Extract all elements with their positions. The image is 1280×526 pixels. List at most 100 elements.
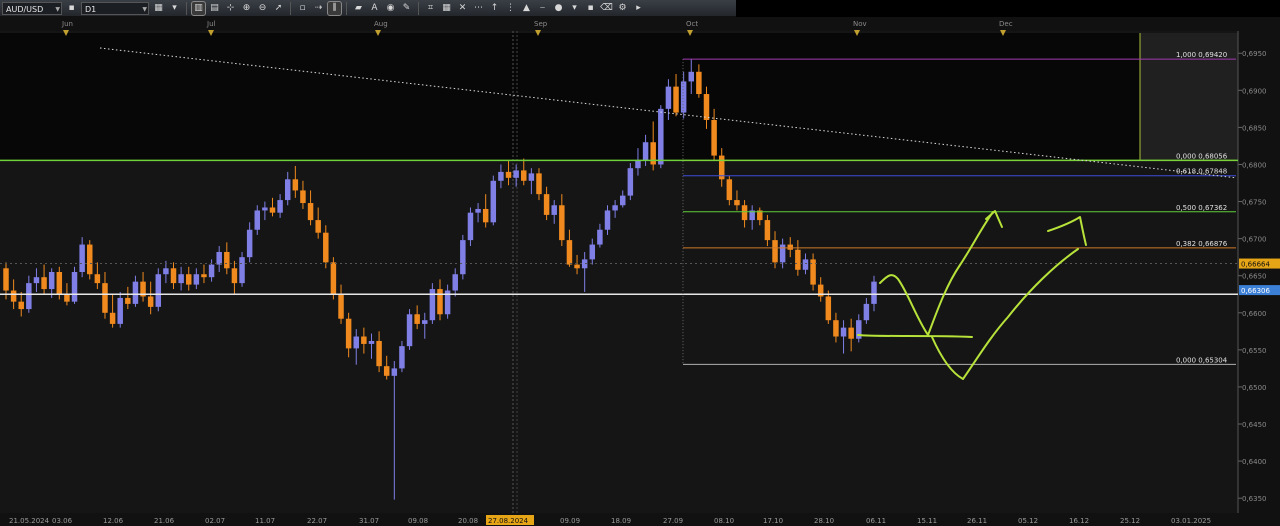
toolbar-separator (346, 1, 347, 15)
candle-body (848, 327, 854, 339)
zoom-in-icon[interactable]: ⊕ (240, 2, 253, 15)
tools-icon[interactable]: ⚙ (616, 2, 629, 15)
cycle-icon[interactable]: ⋮ (504, 2, 517, 15)
timeframe-select[interactable]: D1 ▼ (81, 1, 149, 15)
cursor-icon[interactable]: ➚ (272, 2, 285, 15)
date-label: 18.09 (611, 517, 631, 525)
date-label: 06.11 (866, 517, 886, 525)
candle-body (102, 283, 108, 313)
chart-type-icon[interactable]: ▦ (152, 2, 165, 15)
date-label: 22.07 (307, 517, 327, 525)
trendline-icon[interactable]: ⎯ (536, 2, 549, 15)
candle-body (269, 207, 276, 213)
date-label: 09.08 (408, 517, 428, 525)
fib-icon[interactable]: ⌗ (424, 2, 437, 15)
candle-body (117, 297, 123, 324)
eraser-icon[interactable]: ⌫ (600, 2, 613, 15)
label-icon[interactable]: A (368, 2, 381, 15)
candle-body (231, 268, 238, 284)
candle-body (163, 268, 169, 275)
circle-tool-icon[interactable]: ◉ (384, 2, 397, 15)
month-label: Nov (853, 20, 867, 28)
candle-body (642, 142, 649, 161)
period-icon[interactable]: ⋯ (472, 2, 485, 15)
bid-price-label: 0,66306 (1241, 287, 1270, 295)
candle-body (551, 205, 557, 215)
fill-icon[interactable]: ▪ (584, 2, 597, 15)
dot-icon[interactable]: ▫ (296, 2, 309, 15)
price-chart[interactable]: 0,6950 0,6900 0,6850 0,6800 0,6750 0,6700 0,66… (0, 17, 1280, 526)
date-label: 28.10 (814, 517, 834, 525)
date-label: 21.05.2024 (9, 517, 50, 525)
candle-body (772, 240, 778, 263)
chart-toolbar: AUD/USD ▼ ▪ D1 ▼ ▦ ▾ ▥ ▤ ⊹ ⊕ ⊖ ➚ ▫ ⇢ ⫼ ▰ A… (0, 0, 736, 17)
toolbar-separator (186, 1, 187, 15)
candle-body (536, 173, 542, 195)
toolbar-separator (418, 1, 419, 15)
candle-body (635, 160, 641, 169)
wave-icon[interactable]: ✕ (456, 2, 469, 15)
candle-body (589, 244, 596, 260)
grid-icon[interactable]: ▦ (440, 2, 453, 15)
fib-level-label: 0,000 0,65304 (1176, 356, 1228, 364)
candle-body (840, 327, 847, 337)
candle-body (33, 277, 40, 284)
candle-body (505, 171, 512, 178)
candle-body (482, 208, 489, 223)
candle-body (650, 142, 656, 165)
candle-body (703, 94, 710, 120)
candle-body (452, 274, 458, 291)
ray-icon[interactable]: ↑ (488, 2, 501, 15)
candle-body (64, 294, 70, 302)
fib-level-label: 0,000 0,68056 (1176, 152, 1228, 160)
autoscroll-icon[interactable]: ⇢ (312, 2, 325, 15)
color-icon[interactable]: ▾ (568, 2, 581, 15)
candles-icon[interactable]: ▤ (208, 2, 221, 15)
vertical-line-icon[interactable]: ⫼ (327, 0, 342, 16)
candle-body (658, 108, 664, 165)
candle-body (125, 297, 131, 304)
candle-body (94, 274, 101, 284)
candle-body (383, 366, 390, 376)
symbol-select[interactable]: AUD/USD ▼ (2, 1, 62, 15)
price-tick-label: 0,6550 (1242, 347, 1267, 355)
candle-body (513, 170, 519, 178)
zoom-out-icon[interactable]: ⊖ (256, 2, 269, 15)
candle-body (254, 210, 261, 230)
month-axis (0, 17, 1280, 31)
price-tick-label: 0,6650 (1242, 273, 1267, 281)
pencil-icon[interactable]: ✎ (400, 2, 413, 15)
candle-body (170, 268, 177, 284)
date-label: 26.11 (967, 517, 987, 525)
more-icon[interactable]: ▸ (632, 2, 645, 15)
month-label: Jun (61, 20, 73, 28)
price-tick-label: 0,6400 (1242, 458, 1267, 466)
bars-icon[interactable]: ▥ (191, 0, 206, 16)
candle-body (155, 274, 162, 307)
candle-body (833, 320, 839, 337)
candle-body (391, 368, 398, 376)
date-label: 15.11 (917, 517, 937, 525)
circle-icon[interactable]: ● (552, 2, 565, 15)
candle-body (414, 314, 420, 324)
date-label: 20.08 (458, 517, 478, 525)
template-icon[interactable]: ▾ (168, 2, 181, 15)
gann-icon[interactable]: ▲ (520, 2, 533, 15)
candle-body (277, 200, 283, 213)
candle-body (292, 179, 299, 191)
candle-body (132, 281, 139, 304)
date-label: 11.07 (255, 517, 275, 525)
text-icon[interactable]: ▰ (352, 2, 365, 15)
candle-body (673, 86, 679, 113)
candle-body (307, 203, 314, 221)
crosshair-icon[interactable]: ⊹ (224, 2, 237, 15)
candle-body (559, 205, 565, 241)
candle-body (216, 251, 222, 265)
candle-body (863, 303, 870, 321)
candle-body (597, 229, 603, 245)
symbol-pin-icon[interactable]: ▪ (65, 2, 78, 15)
candle-body (109, 312, 116, 324)
date-label: 16.12 (1069, 517, 1089, 525)
date-label: 03.06 (52, 517, 73, 525)
candle-body (787, 244, 793, 250)
